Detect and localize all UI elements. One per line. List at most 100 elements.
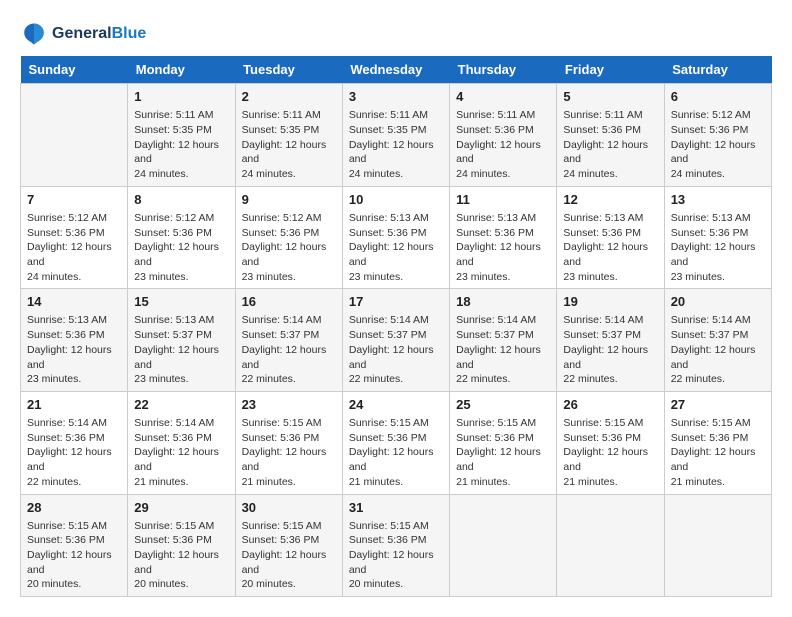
calendar-cell: 16 Sunrise: 5:14 AMSunset: 5:37 PMDaylig… [235,289,342,392]
calendar-header-sunday: Sunday [21,56,128,84]
day-info: Sunrise: 5:13 AMSunset: 5:36 PMDaylight:… [349,211,443,284]
day-info: Sunrise: 5:13 AMSunset: 5:36 PMDaylight:… [563,211,657,284]
calendar-cell: 3 Sunrise: 5:11 AMSunset: 5:35 PMDayligh… [342,84,449,187]
day-number: 28 [27,499,121,517]
day-info: Sunrise: 5:13 AMSunset: 5:36 PMDaylight:… [456,211,550,284]
day-info: Sunrise: 5:11 AMSunset: 5:35 PMDaylight:… [349,108,443,181]
calendar-cell: 24 Sunrise: 5:15 AMSunset: 5:36 PMDaylig… [342,391,449,494]
day-number: 22 [134,396,228,414]
day-number: 13 [671,191,765,209]
calendar-cell: 31 Sunrise: 5:15 AMSunset: 5:36 PMDaylig… [342,494,449,597]
calendar-cell: 22 Sunrise: 5:14 AMSunset: 5:36 PMDaylig… [128,391,235,494]
day-number: 21 [27,396,121,414]
calendar-header-tuesday: Tuesday [235,56,342,84]
day-number: 7 [27,191,121,209]
day-number: 3 [349,88,443,106]
calendar-cell: 12 Sunrise: 5:13 AMSunset: 5:36 PMDaylig… [557,186,664,289]
calendar-cell: 11 Sunrise: 5:13 AMSunset: 5:36 PMDaylig… [450,186,557,289]
calendar-header-saturday: Saturday [664,56,771,84]
calendar-cell: 26 Sunrise: 5:15 AMSunset: 5:36 PMDaylig… [557,391,664,494]
day-info: Sunrise: 5:13 AMSunset: 5:37 PMDaylight:… [134,313,228,386]
day-info: Sunrise: 5:15 AMSunset: 5:36 PMDaylight:… [134,519,228,592]
day-info: Sunrise: 5:12 AMSunset: 5:36 PMDaylight:… [27,211,121,284]
day-info: Sunrise: 5:15 AMSunset: 5:36 PMDaylight:… [27,519,121,592]
calendar-cell: 17 Sunrise: 5:14 AMSunset: 5:37 PMDaylig… [342,289,449,392]
day-number: 1 [134,88,228,106]
day-number: 11 [456,191,550,209]
day-info: Sunrise: 5:13 AMSunset: 5:36 PMDaylight:… [27,313,121,386]
day-info: Sunrise: 5:14 AMSunset: 5:37 PMDaylight:… [349,313,443,386]
calendar-cell: 1 Sunrise: 5:11 AMSunset: 5:35 PMDayligh… [128,84,235,187]
calendar-cell: 19 Sunrise: 5:14 AMSunset: 5:37 PMDaylig… [557,289,664,392]
calendar-cell: 7 Sunrise: 5:12 AMSunset: 5:36 PMDayligh… [21,186,128,289]
day-number: 29 [134,499,228,517]
day-number: 5 [563,88,657,106]
calendar-cell: 10 Sunrise: 5:13 AMSunset: 5:36 PMDaylig… [342,186,449,289]
calendar-cell: 13 Sunrise: 5:13 AMSunset: 5:36 PMDaylig… [664,186,771,289]
day-info: Sunrise: 5:15 AMSunset: 5:36 PMDaylight:… [349,519,443,592]
day-info: Sunrise: 5:14 AMSunset: 5:36 PMDaylight:… [27,416,121,489]
day-info: Sunrise: 5:11 AMSunset: 5:35 PMDaylight:… [134,108,228,181]
day-info: Sunrise: 5:14 AMSunset: 5:37 PMDaylight:… [671,313,765,386]
calendar-cell: 14 Sunrise: 5:13 AMSunset: 5:36 PMDaylig… [21,289,128,392]
calendar-cell: 30 Sunrise: 5:15 AMSunset: 5:36 PMDaylig… [235,494,342,597]
calendar-header-friday: Friday [557,56,664,84]
calendar-cell: 15 Sunrise: 5:13 AMSunset: 5:37 PMDaylig… [128,289,235,392]
day-info: Sunrise: 5:11 AMSunset: 5:36 PMDaylight:… [456,108,550,181]
day-info: Sunrise: 5:15 AMSunset: 5:36 PMDaylight:… [349,416,443,489]
day-info: Sunrise: 5:14 AMSunset: 5:36 PMDaylight:… [134,416,228,489]
calendar-header-wednesday: Wednesday [342,56,449,84]
day-info: Sunrise: 5:12 AMSunset: 5:36 PMDaylight:… [134,211,228,284]
day-number: 20 [671,293,765,311]
calendar-table: SundayMondayTuesdayWednesdayThursdayFrid… [20,56,772,597]
day-number: 9 [242,191,336,209]
calendar-cell: 9 Sunrise: 5:12 AMSunset: 5:36 PMDayligh… [235,186,342,289]
day-number: 27 [671,396,765,414]
day-info: Sunrise: 5:12 AMSunset: 5:36 PMDaylight:… [671,108,765,181]
calendar-cell: 29 Sunrise: 5:15 AMSunset: 5:36 PMDaylig… [128,494,235,597]
calendar-cell: 25 Sunrise: 5:15 AMSunset: 5:36 PMDaylig… [450,391,557,494]
calendar-cell: 5 Sunrise: 5:11 AMSunset: 5:36 PMDayligh… [557,84,664,187]
calendar-cell: 2 Sunrise: 5:11 AMSunset: 5:35 PMDayligh… [235,84,342,187]
day-number: 14 [27,293,121,311]
calendar-cell: 6 Sunrise: 5:12 AMSunset: 5:36 PMDayligh… [664,84,771,187]
logo: GeneralBlue [20,20,146,48]
calendar-cell: 4 Sunrise: 5:11 AMSunset: 5:36 PMDayligh… [450,84,557,187]
day-info: Sunrise: 5:15 AMSunset: 5:36 PMDaylight:… [671,416,765,489]
calendar-cell: 8 Sunrise: 5:12 AMSunset: 5:36 PMDayligh… [128,186,235,289]
day-number: 6 [671,88,765,106]
day-number: 10 [349,191,443,209]
calendar-week-1: 1 Sunrise: 5:11 AMSunset: 5:35 PMDayligh… [21,84,772,187]
calendar-cell: 18 Sunrise: 5:14 AMSunset: 5:37 PMDaylig… [450,289,557,392]
day-number: 12 [563,191,657,209]
calendar-header-row: SundayMondayTuesdayWednesdayThursdayFrid… [21,56,772,84]
day-number: 30 [242,499,336,517]
calendar-cell: 23 Sunrise: 5:15 AMSunset: 5:36 PMDaylig… [235,391,342,494]
day-info: Sunrise: 5:11 AMSunset: 5:36 PMDaylight:… [563,108,657,181]
calendar-week-2: 7 Sunrise: 5:12 AMSunset: 5:36 PMDayligh… [21,186,772,289]
day-info: Sunrise: 5:15 AMSunset: 5:36 PMDaylight:… [242,416,336,489]
day-info: Sunrise: 5:14 AMSunset: 5:37 PMDaylight:… [456,313,550,386]
logo-text: GeneralBlue [52,25,146,43]
day-number: 24 [349,396,443,414]
calendar-cell [664,494,771,597]
logo-icon [20,20,48,48]
calendar-week-3: 14 Sunrise: 5:13 AMSunset: 5:36 PMDaylig… [21,289,772,392]
calendar-cell [21,84,128,187]
calendar-week-5: 28 Sunrise: 5:15 AMSunset: 5:36 PMDaylig… [21,494,772,597]
day-info: Sunrise: 5:14 AMSunset: 5:37 PMDaylight:… [563,313,657,386]
day-info: Sunrise: 5:15 AMSunset: 5:36 PMDaylight:… [242,519,336,592]
day-info: Sunrise: 5:12 AMSunset: 5:36 PMDaylight:… [242,211,336,284]
day-number: 26 [563,396,657,414]
calendar-cell [450,494,557,597]
day-info: Sunrise: 5:15 AMSunset: 5:36 PMDaylight:… [456,416,550,489]
calendar-cell: 20 Sunrise: 5:14 AMSunset: 5:37 PMDaylig… [664,289,771,392]
day-info: Sunrise: 5:13 AMSunset: 5:36 PMDaylight:… [671,211,765,284]
day-number: 8 [134,191,228,209]
day-number: 16 [242,293,336,311]
day-number: 31 [349,499,443,517]
page-header: GeneralBlue [20,20,772,48]
calendar-header-thursday: Thursday [450,56,557,84]
day-number: 19 [563,293,657,311]
day-number: 15 [134,293,228,311]
